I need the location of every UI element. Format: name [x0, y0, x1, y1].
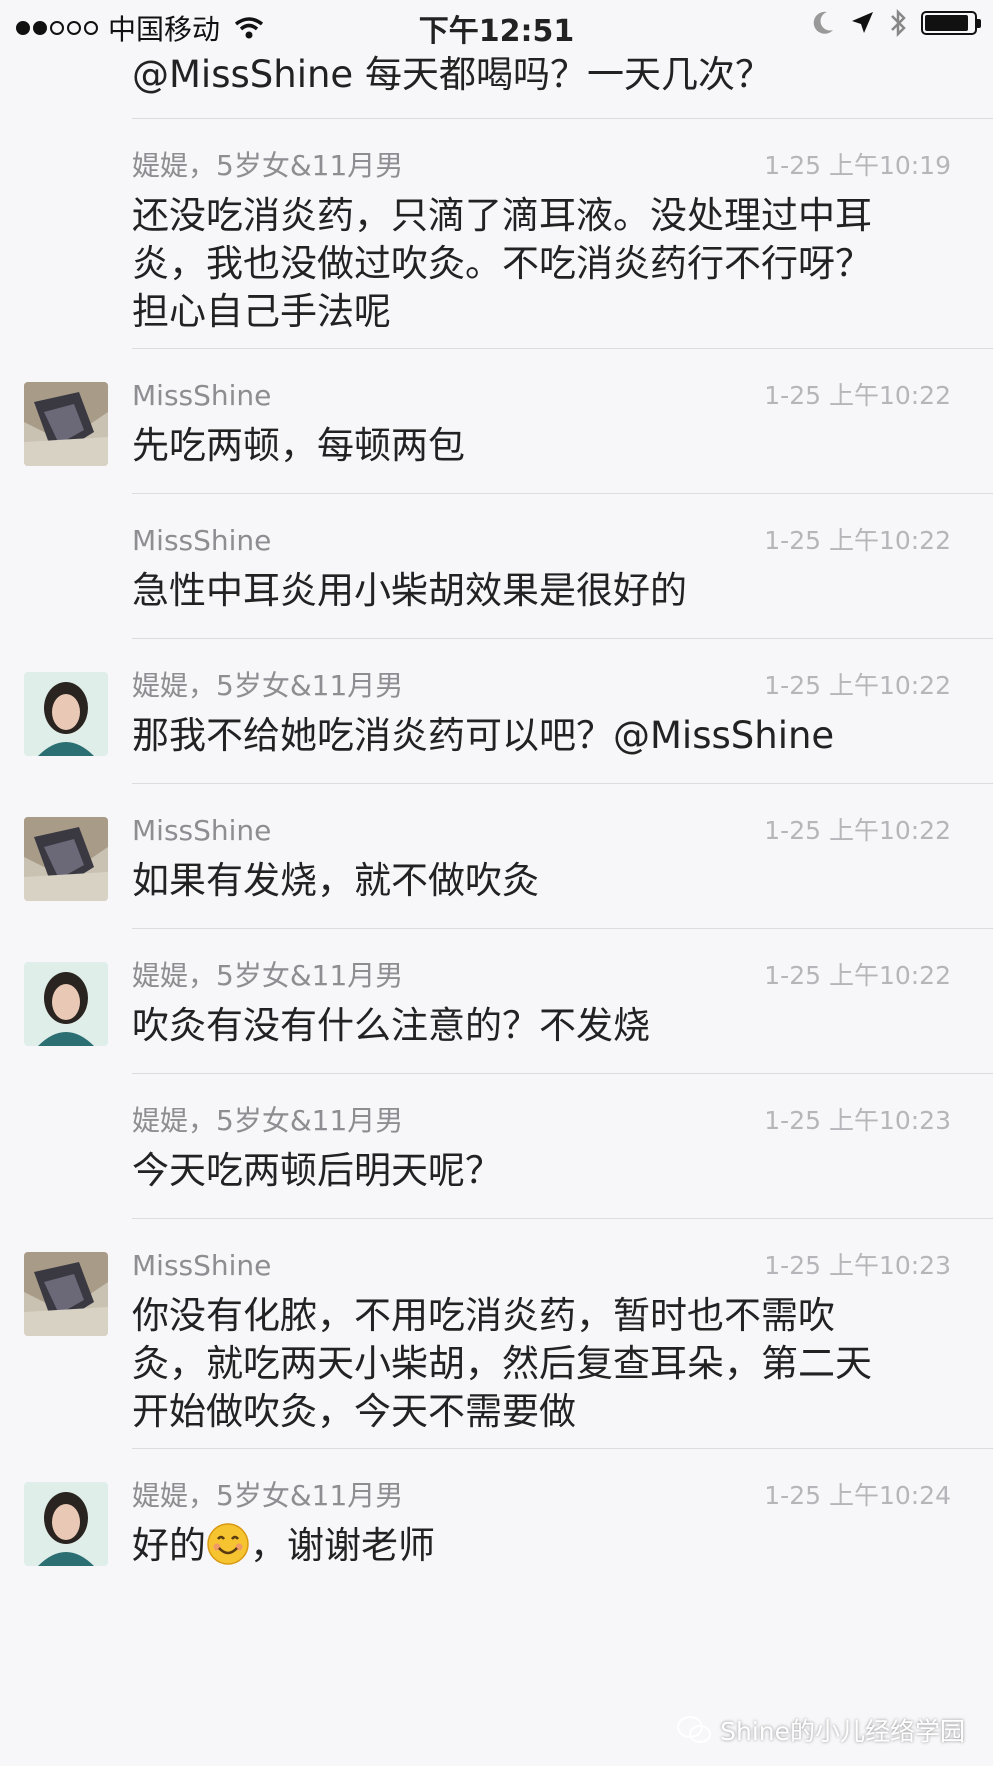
message-text: 如果有发烧，就不做吹灸	[132, 859, 539, 902]
bluetooth-icon	[891, 8, 906, 38]
message-timestamp: 1-25 上午10:22	[764, 381, 951, 410]
message-timestamp: 1-25 上午10:22	[764, 526, 951, 555]
message-timestamp: 1-25 上午10:24	[764, 1481, 951, 1510]
watermark: Shine的小儿经络学园	[676, 1712, 965, 1748]
message-text: 还没吃消炎药，只滴了滴耳液。没处理过中耳 炎，我也没做过吹灸。不吃消炎药行不行呀…	[132, 194, 872, 333]
message-text-part: 好的	[132, 1524, 206, 1567]
message-timestamp: 1-25 上午10:22	[764, 671, 951, 700]
message-divider	[132, 928, 993, 929]
message-text: 急性中耳炎用小柴胡效果是很好的	[132, 569, 687, 612]
message-divider	[132, 1073, 993, 1074]
message-divider	[132, 783, 993, 784]
sender-name[interactable]: 媞媞，5岁女&11月男	[132, 1478, 403, 1514]
sender-name[interactable]: 媞媞，5岁女&11月男	[132, 668, 403, 704]
sender-name[interactable]: 媞媞，5岁女&11月男	[132, 958, 403, 994]
status-bar: 中国移动 下午12:51	[0, 0, 993, 50]
sender-name[interactable]: MissShine	[132, 378, 271, 414]
sender-name[interactable]: 媞媞，5岁女&11月男	[132, 148, 403, 184]
avatar[interactable]	[24, 1252, 108, 1336]
wechat-icon	[677, 1716, 712, 1743]
message-divider	[132, 638, 993, 639]
sender-name[interactable]: 媞媞，5岁女&11月男	[132, 1103, 403, 1139]
message-timestamp: 1-25 上午10:19	[764, 151, 951, 180]
message-text: 好的 ，谢谢老师	[132, 1522, 932, 1570]
message-timestamp: 1-25 上午10:22	[764, 961, 951, 990]
sender-name[interactable]: MissShine	[132, 813, 271, 849]
message-text: 先吃两顿，每顿两包	[132, 424, 465, 467]
status-right	[811, 8, 981, 38]
battery-icon	[921, 11, 981, 35]
location-arrow-icon	[852, 12, 873, 33]
avatar[interactable]	[24, 817, 108, 901]
partial-message-text: @MissShine 每天都喝吗？一天几次？	[132, 53, 772, 96]
message-divider	[132, 348, 993, 349]
message-text-part: ，谢谢老师	[250, 1524, 435, 1567]
message-text: 那我不给她吃消炎药可以吧？@MissShine	[132, 714, 835, 757]
message-timestamp: 1-25 上午10:23	[764, 1251, 951, 1280]
message-divider	[132, 493, 993, 494]
message-divider	[132, 1448, 993, 1449]
watermark-text: Shine的小儿经络学园	[720, 1717, 965, 1746]
message-text: 今天吃两顿后明天呢？	[132, 1149, 502, 1192]
message-timestamp: 1-25 上午10:22	[764, 816, 951, 845]
message-divider	[132, 1218, 993, 1219]
message-text: 你没有化脓，不用吃消炎药，暂时也不需吹 灸，就吃两天小柴胡，然后复查耳朵，第二天…	[132, 1294, 872, 1433]
moon-icon	[813, 11, 833, 34]
sender-name[interactable]: MissShine	[132, 523, 271, 559]
avatar[interactable]	[24, 962, 108, 1046]
smile-emoji-icon	[206, 1522, 250, 1566]
message-timestamp: 1-25 上午10:23	[764, 1106, 951, 1135]
avatar[interactable]	[24, 672, 108, 756]
avatar[interactable]	[24, 1482, 108, 1566]
message-text: 吹灸有没有什么注意的？不发烧	[132, 1004, 650, 1047]
message-divider	[132, 118, 993, 119]
avatar[interactable]	[24, 382, 108, 466]
sender-name[interactable]: MissShine	[132, 1248, 271, 1284]
